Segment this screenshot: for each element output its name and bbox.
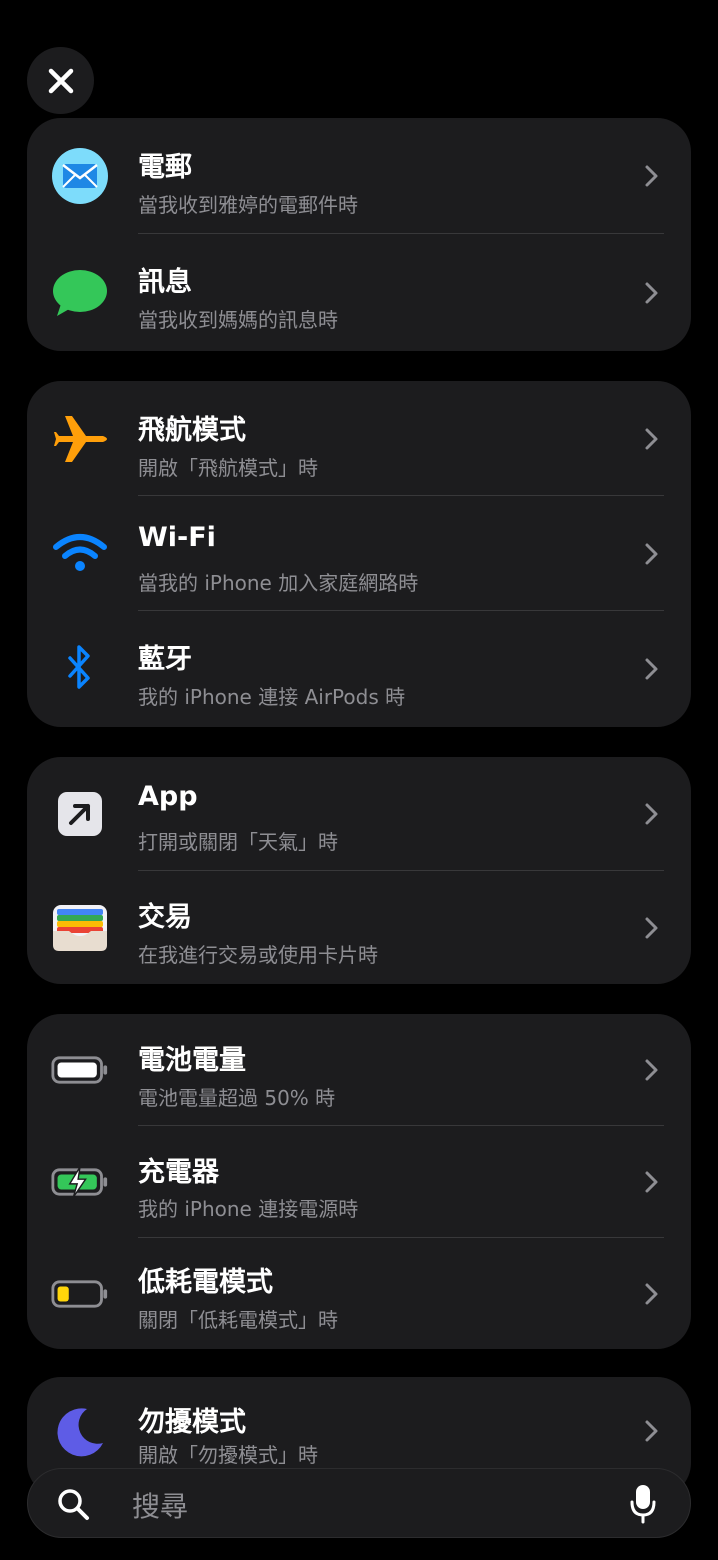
chevron-right-icon [645, 282, 658, 303]
airplane-icon [51, 410, 109, 468]
row-title: App [138, 781, 198, 812]
row-title: 訊息 [138, 267, 192, 298]
row-title: 低耗電模式 [138, 1267, 273, 1298]
mail-icon [51, 147, 109, 205]
row-subtitle: 當我收到雅婷的電郵件時 [138, 193, 358, 217]
row-subtitle: 當我收到媽媽的訊息時 [138, 308, 338, 332]
chevron-right-icon [645, 428, 658, 449]
battery-low-icon [51, 1265, 109, 1323]
row-subtitle: 在我進行交易或使用卡片時 [138, 943, 378, 967]
row-title: 交易 [138, 902, 192, 933]
trigger-row-airplane[interactable]: 飛航模式 開啟「飛航模式」時 [27, 381, 691, 496]
row-subtitle: 開啟「飛航模式」時 [138, 456, 318, 480]
search-field[interactable]: 搜尋 [27, 1468, 691, 1538]
row-subtitle: 我的 iPhone 連接 AirPods 時 [138, 685, 406, 709]
chevron-right-icon [645, 1420, 658, 1442]
trigger-row-wifi[interactable]: Wi-Fi 當我的 iPhone 加入家庭網路時 [27, 496, 691, 611]
trigger-row-battery-level[interactable]: 電池電量 電池電量超過 50% 時 [27, 1014, 691, 1126]
bluetooth-icon [51, 640, 109, 698]
automation-trigger-screen: 電郵 當我收到雅婷的電郵件時 訊息 當我收到媽媽的訊息時 飛航模式 開啟「飛航模… [0, 0, 718, 1560]
trigger-row-wallet[interactable]: 交易 在我進行交易或使用卡片時 [27, 871, 691, 984]
row-subtitle: 電池電量超過 50% 時 [138, 1086, 336, 1110]
row-title: 勿擾模式 [138, 1407, 246, 1438]
battery-full-icon [51, 1041, 109, 1099]
row-title: 電池電量 [138, 1045, 246, 1076]
trigger-row-low-power[interactable]: 低耗電模式 關閉「低耗電模式」時 [27, 1238, 691, 1349]
row-subtitle: 當我的 iPhone 加入家庭網路時 [138, 571, 419, 595]
app-group: App 打開或關閉「天氣」時 交易 在我進行交易或使用卡片時 [27, 757, 691, 984]
chevron-right-icon [645, 917, 658, 938]
row-subtitle: 關閉「低耗電模式」時 [138, 1308, 338, 1332]
connectivity-group: 飛航模式 開啟「飛航模式」時 Wi-Fi 當我的 iPhone 加入家庭網路時 [27, 381, 691, 727]
search-placeholder: 搜尋 [132, 1490, 189, 1523]
trigger-row-bluetooth[interactable]: 藍牙 我的 iPhone 連接 AirPods 時 [27, 611, 691, 727]
trigger-row-mail[interactable]: 電郵 當我收到雅婷的電郵件時 [27, 118, 691, 234]
chevron-right-icon [645, 1171, 658, 1193]
battery-charging-icon [51, 1153, 109, 1211]
wallet-icon [51, 899, 109, 957]
app-arrow-icon [51, 785, 109, 843]
row-title: 充電器 [138, 1157, 219, 1188]
chevron-right-icon [645, 1283, 658, 1304]
row-subtitle: 打開或關閉「天氣」時 [138, 830, 338, 854]
row-title: 飛航模式 [138, 415, 246, 446]
trigger-row-messages[interactable]: 訊息 當我收到媽媽的訊息時 [27, 234, 691, 351]
row-title: Wi-Fi [138, 522, 216, 553]
close-icon [48, 68, 73, 93]
close-button[interactable] [27, 47, 94, 114]
messages-icon [51, 264, 109, 322]
microphone-icon[interactable] [630, 1484, 656, 1524]
chevron-right-icon [645, 803, 658, 825]
trigger-row-charger[interactable]: 充電器 我的 iPhone 連接電源時 [27, 1126, 691, 1238]
row-title: 電郵 [138, 152, 192, 183]
wifi-icon [51, 525, 109, 583]
communication-group: 電郵 當我收到雅婷的電郵件時 訊息 當我收到媽媽的訊息時 [27, 118, 691, 351]
row-title: 藍牙 [138, 644, 192, 675]
search-icon [58, 1489, 89, 1520]
trigger-row-app[interactable]: App 打開或關閉「天氣」時 [27, 757, 691, 871]
chevron-right-icon [645, 658, 658, 680]
chevron-right-icon [645, 165, 658, 187]
battery-group: 電池電量 電池電量超過 50% 時 充電器 我的 iPhone 連接電源時 低耗… [27, 1014, 691, 1349]
moon-icon [51, 1403, 109, 1461]
row-subtitle: 我的 iPhone 連接電源時 [138, 1197, 359, 1221]
chevron-right-icon [645, 1059, 658, 1081]
chevron-right-icon [645, 543, 658, 564]
row-subtitle: 開啟「勿擾模式」時 [138, 1443, 318, 1467]
